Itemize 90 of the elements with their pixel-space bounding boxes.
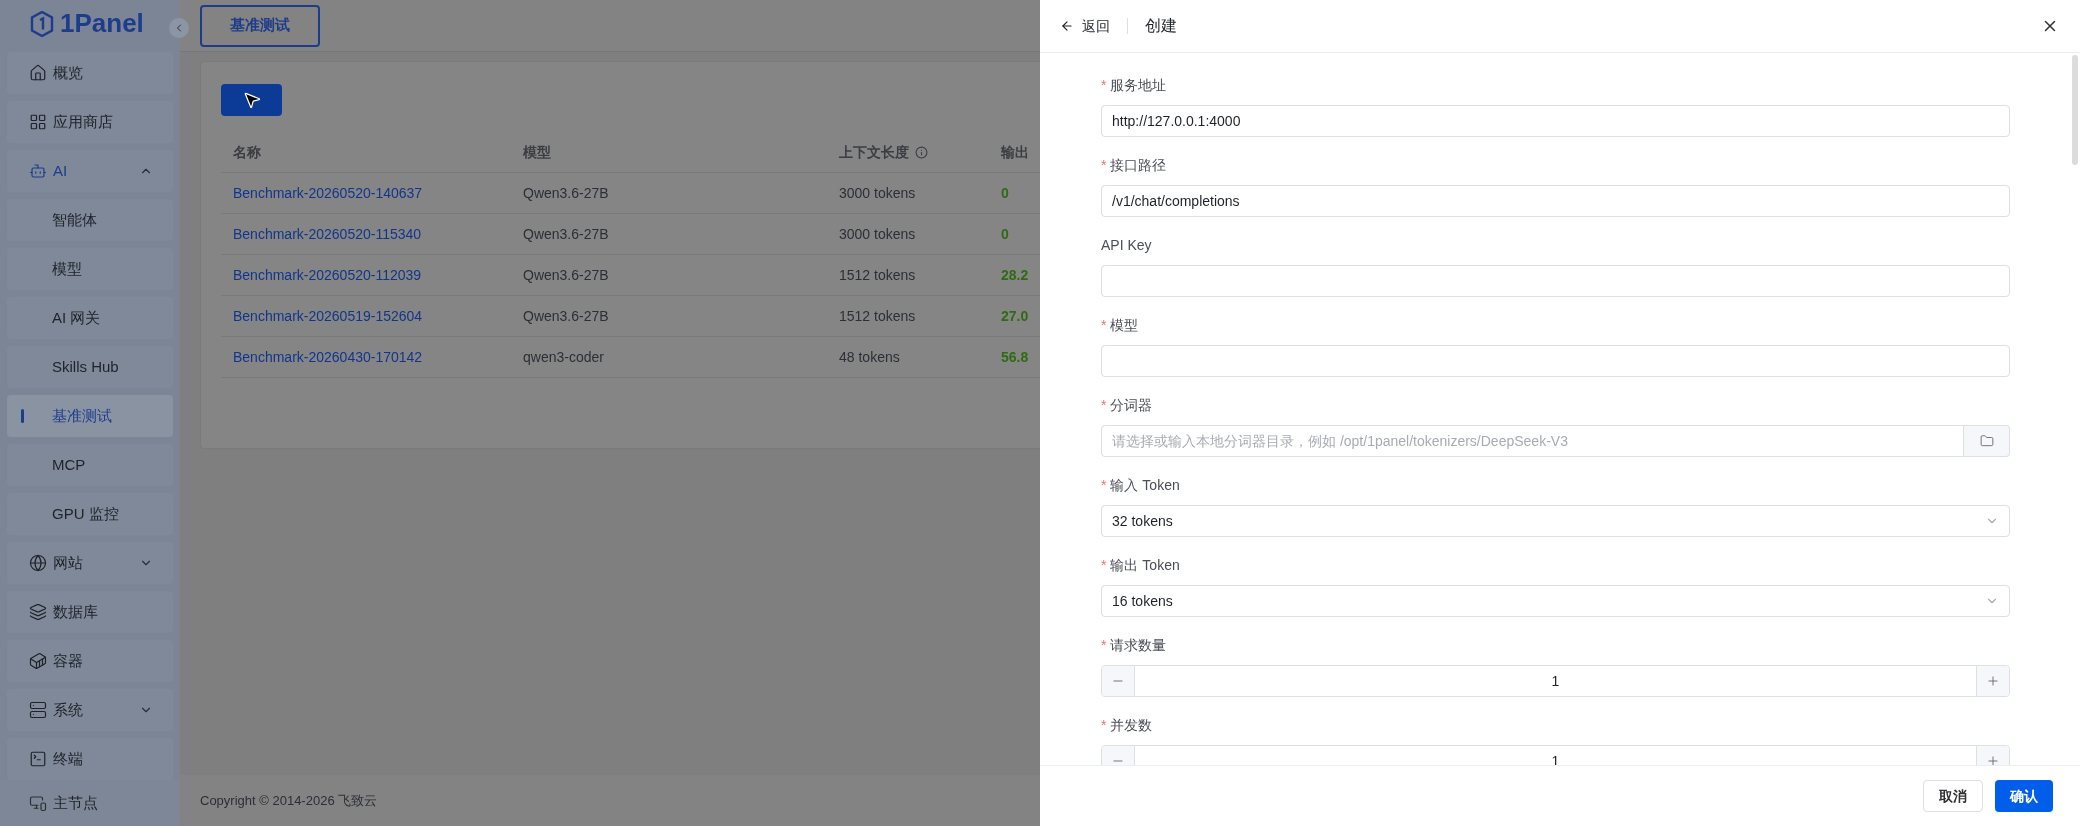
table-cell: 1512 tokens [839,307,916,324]
text-input[interactable]: /v1/chat/completions [1101,185,2010,217]
table-cell: Qwen3.6-27B [523,184,609,201]
table-cell: 56.8 [1001,348,1029,365]
tab[interactable]: 基准测试 [200,4,320,47]
table-cell: 3000 tokens [839,225,916,242]
required-mark: * [1101,635,1107,655]
copyright-text: Copyright © 2014-2026 飞致云 [200,791,378,810]
active-indicator [21,408,24,423]
required-mark: * [1101,75,1107,95]
table-cell: 0 [1001,184,1009,201]
plus-icon [1986,674,2000,688]
sidebar-item[interactable]: 网站 [7,541,173,584]
layers-icon [29,602,47,621]
field-label: 输出 Token [1110,555,1180,575]
table-cell: Qwen3.6-27B [523,266,609,283]
increment-button[interactable] [1976,666,2009,696]
folder-button[interactable] [1964,425,2010,457]
folder-icon [1979,434,1994,448]
devices-icon [29,793,47,812]
back-button[interactable]: 返回 [1060,15,1110,37]
text-input[interactable]: http://127.0.0.1:4000 [1101,105,2010,137]
required-mark: * [1101,395,1107,415]
terminal-icon [29,749,47,768]
column-header: 输出 [1001,143,1029,162]
required-mark: * [1101,155,1107,175]
house-icon [29,63,47,82]
benchmark-link[interactable]: Benchmark-20260520-112039 [233,266,422,283]
benchmark-link[interactable]: Benchmark-20260430-170142 [233,348,423,365]
grid-icon [29,112,47,131]
confirm-button[interactable]: 确认 [1995,780,2053,812]
benchmark-link[interactable]: Benchmark-20260520-140637 [233,184,423,201]
required-mark: * [1101,715,1107,735]
sidebar-item[interactable]: 终端 [7,737,173,780]
column-header: 名称 [233,143,261,162]
sidebar-item[interactable]: 应用商店 [7,100,173,143]
select-field[interactable]: 16 tokens [1101,585,2010,617]
field-label: 请求数量 [1110,635,1167,655]
field-label: 服务地址 [1110,75,1167,95]
required-mark: * [1101,315,1107,335]
text-input[interactable] [1101,265,2010,297]
required-mark: * [1101,475,1107,495]
sidebar-item[interactable]: MCP [7,443,173,486]
table-cell: Qwen3.6-27B [523,225,609,242]
sidebar-item[interactable]: Skills Hub [7,345,173,388]
server-icon [29,700,47,719]
sidebar-item[interactable]: AI 网关 [7,296,173,339]
table-cell: 48 tokens [839,348,900,365]
field-label: 模型 [1110,315,1139,335]
table-cell: 28.2 [1001,266,1029,283]
sidebar-item[interactable]: 基准测试 [7,394,173,437]
drawer-title: 创建 [1145,16,1178,36]
sidebar-item[interactable]: 模型 [7,247,173,290]
sidebar-item[interactable]: 智能体 [7,198,173,241]
field-label: 输入 Token [1110,475,1180,495]
decrement-button[interactable] [1102,666,1135,696]
collapse-button[interactable] [169,18,189,38]
sidebar-item[interactable]: 数据库 [7,590,173,633]
sidebar-item[interactable]: 系统 [7,688,173,731]
logo-text: 1Panel [60,7,144,41]
text-input[interactable] [1101,345,2010,377]
table-cell: Qwen3.6-27B [523,307,609,324]
field-label: 并发数 [1110,715,1153,735]
benchmark-link[interactable]: Benchmark-20260519-152604 [233,307,423,324]
table-cell: 3000 tokens [839,184,916,201]
folder-path-input[interactable]: 请选择或输入本地分词器目录，例如 /opt/1panel/tokenizers/DeepSeek-V3 [1101,425,1964,457]
column-header: 上下文长度 [839,143,909,162]
sidebar-item[interactable]: 概览 [7,51,173,94]
table-cell: qwen3-coder [523,348,604,365]
plus-icon [1986,754,2000,765]
globe-icon [29,553,47,572]
field-label: 分词器 [1110,395,1153,415]
number-input[interactable]: 1 [1101,665,2010,697]
select-field[interactable]: 32 tokens [1101,505,2010,537]
sidebar-item[interactable]: GPU 监控 [7,492,173,535]
sidebar-item[interactable]: 容器 [7,639,173,682]
robot-icon [29,161,47,180]
required-mark: * [1101,555,1107,575]
cancel-button[interactable]: 取消 [1923,780,1983,812]
benchmark-link[interactable]: Benchmark-20260520-115340 [233,225,422,242]
field-label: API Key [1101,235,1152,255]
sidebar-item[interactable]: AI [7,149,173,192]
column-header: 模型 [523,143,551,162]
table-cell: 0 [1001,225,1009,242]
table-cell: 27.0 [1001,307,1029,324]
create-button[interactable] [221,84,282,116]
logo-icon [30,10,54,37]
table-cell: 1512 tokens [839,266,916,283]
box-icon [29,651,47,670]
field-label: 接口路径 [1110,155,1167,175]
